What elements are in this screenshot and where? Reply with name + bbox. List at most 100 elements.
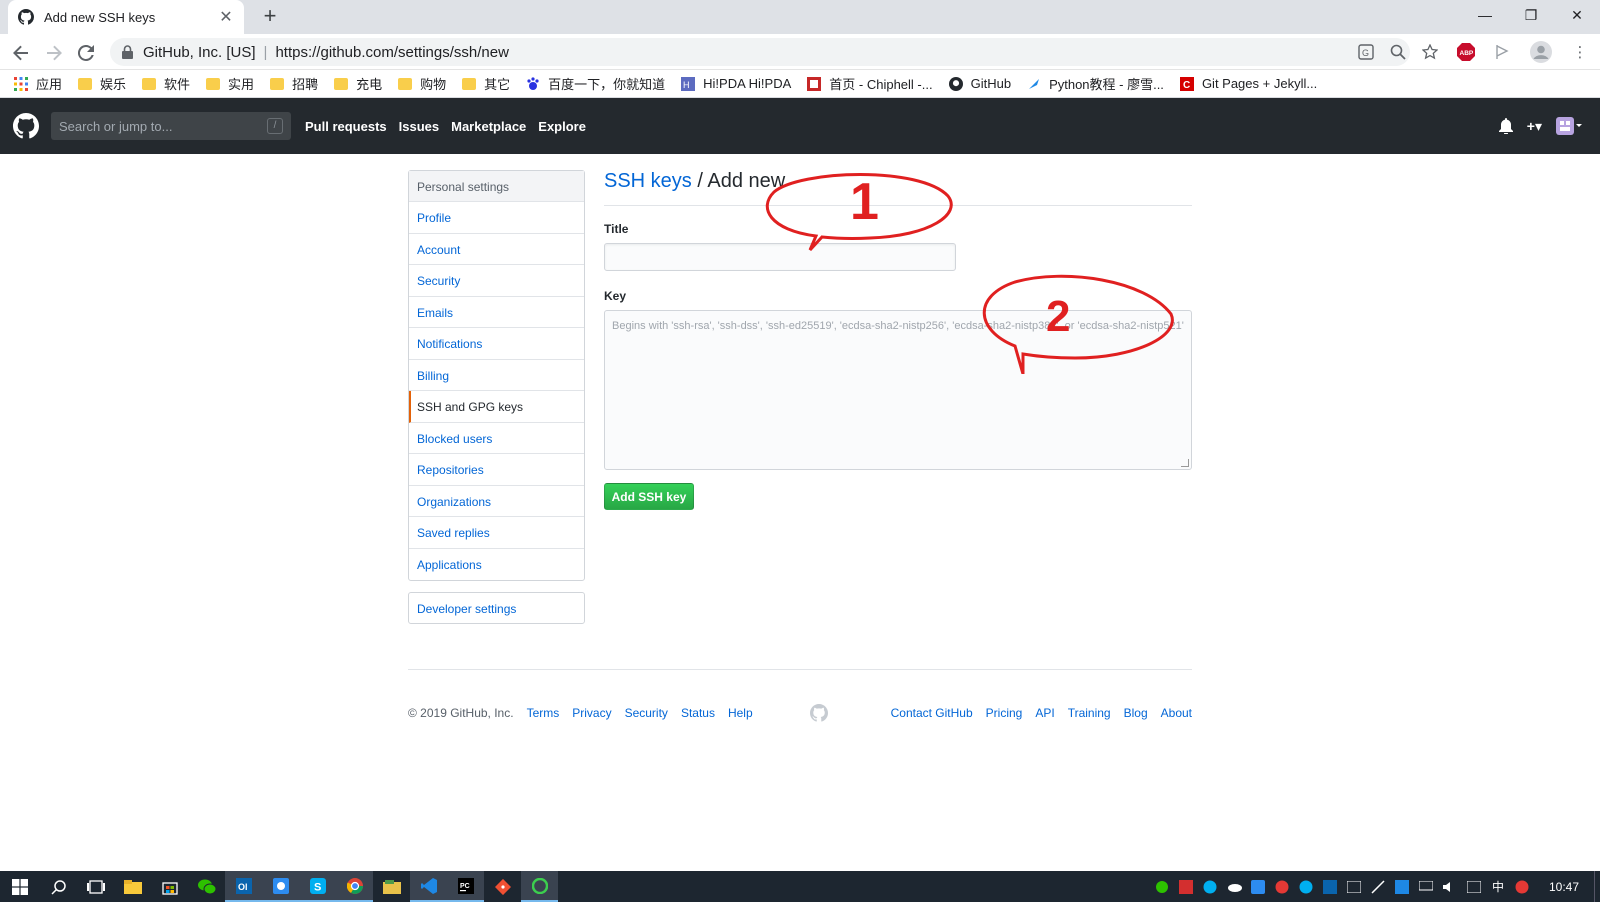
- user-avatar-icon[interactable]: [1556, 117, 1582, 135]
- footer-link-help[interactable]: Help: [728, 706, 753, 720]
- reload-icon[interactable]: [75, 42, 97, 64]
- footer-link-api[interactable]: API: [1035, 706, 1054, 720]
- skype-icon[interactable]: S: [299, 871, 336, 902]
- tray-outlook-icon[interactable]: [1318, 871, 1342, 902]
- footer-link-pricing[interactable]: Pricing: [986, 706, 1023, 720]
- vscode-icon[interactable]: [410, 871, 447, 902]
- taskbar-search-icon[interactable]: [40, 871, 77, 902]
- footer-link-security[interactable]: Security: [625, 706, 668, 720]
- footer-link-blog[interactable]: Blog: [1124, 706, 1148, 720]
- title-input[interactable]: [604, 243, 956, 271]
- tray-green-icon[interactable]: [1150, 871, 1174, 902]
- task-view-icon[interactable]: [77, 871, 114, 902]
- bookmark-item[interactable]: 其它: [462, 74, 510, 93]
- sidebar-item-organizations[interactable]: Organizations: [409, 486, 584, 517]
- bookmark-item[interactable]: 实用: [206, 74, 254, 93]
- lock-icon[interactable]: [122, 45, 133, 59]
- create-new-plus-icon[interactable]: +▾: [1527, 118, 1542, 135]
- footer-link-status[interactable]: Status: [681, 706, 715, 720]
- bookmark-item[interactable]: 软件: [142, 74, 190, 93]
- app-icon-blue[interactable]: [262, 871, 299, 902]
- chrome-menu-icon[interactable]: ⋮: [1564, 40, 1596, 64]
- bookmark-item[interactable]: GitHub: [948, 76, 1011, 91]
- minimize-icon[interactable]: —: [1462, 0, 1508, 30]
- breadcrumb-ssh-keys-link[interactable]: SSH keys: [604, 170, 692, 192]
- tray-bluetooth-icon[interactable]: [1390, 871, 1414, 902]
- resize-grip-icon[interactable]: [1181, 459, 1189, 467]
- tray-volume-icon[interactable]: [1438, 871, 1462, 902]
- nav-pull-requests[interactable]: Pull requests: [305, 119, 387, 134]
- bookmark-item[interactable]: 购物: [398, 74, 446, 93]
- chrome-icon[interactable]: [336, 871, 373, 902]
- outlook-icon[interactable]: Ol: [225, 871, 262, 902]
- tray-sogou-icon[interactable]: [1510, 871, 1534, 902]
- file-explorer-icon[interactable]: [114, 871, 151, 902]
- tray-notes-icon[interactable]: [1462, 871, 1486, 902]
- new-tab-button[interactable]: +: [258, 5, 282, 29]
- tray-pdf-icon[interactable]: [1174, 871, 1198, 902]
- zoom-icon[interactable]: [1382, 40, 1414, 64]
- notifications-bell-icon[interactable]: [1498, 118, 1513, 134]
- sidebar-item-security[interactable]: Security: [409, 265, 584, 297]
- sidebar-item-billing[interactable]: Billing: [409, 360, 584, 391]
- tray-red-s-icon[interactable]: [1270, 871, 1294, 902]
- tray-skype2-icon[interactable]: [1294, 871, 1318, 902]
- key-textarea[interactable]: Begins with 'ssh-rsa', 'ssh-dss', 'ssh-e…: [604, 310, 1192, 470]
- close-window-icon[interactable]: ✕: [1554, 0, 1600, 30]
- address-bar[interactable]: GitHub, Inc. [US] | https://github.com/s…: [110, 38, 1410, 66]
- bookmark-item[interactable]: 招聘: [270, 74, 318, 93]
- sidebar-item-ssh-and-gpg-keys[interactable]: SSH and GPG keys: [409, 391, 584, 423]
- footer-github-mark-icon[interactable]: [810, 704, 828, 722]
- bookmark-item[interactable]: 首页 - Chiphell -...: [807, 74, 933, 93]
- tray-app-icon[interactable]: [1246, 871, 1270, 902]
- bookmark-item[interactable]: 充电: [334, 74, 382, 93]
- restore-icon[interactable]: ❐: [1508, 0, 1554, 30]
- tray-onedrive-icon[interactable]: [1222, 871, 1246, 902]
- pycharm-icon[interactable]: PC: [447, 871, 484, 902]
- adblock-icon[interactable]: ABP: [1446, 40, 1486, 64]
- bookmark-item[interactable]: 应用: [14, 74, 62, 93]
- git-icon[interactable]: [484, 871, 521, 902]
- forward-arrow-icon[interactable]: [43, 42, 65, 64]
- bookmark-item[interactable]: Python教程 - 廖雪...: [1027, 74, 1164, 93]
- footer-link-contact-github[interactable]: Contact GitHub: [891, 706, 973, 720]
- browser-tab[interactable]: Add new SSH keys ✕: [8, 0, 244, 34]
- translate-icon[interactable]: G: [1350, 40, 1382, 64]
- sidebar-item-saved-replies[interactable]: Saved replies: [409, 517, 584, 549]
- nav-explore[interactable]: Explore: [538, 119, 586, 134]
- nav-marketplace[interactable]: Marketplace: [451, 119, 526, 134]
- tray-keyboard-icon[interactable]: [1342, 871, 1366, 902]
- add-ssh-key-button[interactable]: Add SSH key: [604, 483, 694, 510]
- tray-network-icon[interactable]: [1366, 871, 1390, 902]
- sidebar-item-developer-settings[interactable]: Developer settings: [408, 592, 585, 624]
- green-app-icon[interactable]: [521, 871, 558, 902]
- github-search-input[interactable]: Search or jump to... /: [51, 112, 291, 140]
- bookmark-item[interactable]: 百度一下，你就知道: [526, 74, 665, 93]
- bookmark-item[interactable]: 娱乐: [78, 74, 126, 93]
- url-text[interactable]: https://github.com/settings/ssh/new: [275, 44, 508, 61]
- tray-monitor-icon[interactable]: [1414, 871, 1438, 902]
- sidebar-item-emails[interactable]: Emails: [409, 297, 584, 328]
- github-logo-icon[interactable]: [13, 113, 39, 139]
- sidebar-item-blocked-users[interactable]: Blocked users: [409, 423, 584, 454]
- footer-link-about[interactable]: About: [1161, 706, 1192, 720]
- back-arrow-icon[interactable]: [10, 42, 32, 64]
- nav-issues[interactable]: Issues: [399, 119, 439, 134]
- profile-avatar-icon[interactable]: [1518, 40, 1564, 64]
- footer-link-privacy[interactable]: Privacy: [572, 706, 611, 720]
- extension-flag-icon[interactable]: [1486, 40, 1518, 64]
- sidebar-item-account[interactable]: Account: [409, 234, 584, 265]
- sidebar-item-profile[interactable]: Profile: [409, 202, 584, 234]
- sidebar-item-repositories[interactable]: Repositories: [409, 454, 584, 486]
- tray-ime-indicator[interactable]: 中: [1486, 871, 1510, 902]
- store-icon[interactable]: [151, 871, 188, 902]
- sidebar-item-notifications[interactable]: Notifications: [409, 328, 584, 360]
- bookmark-item[interactable]: C Git Pages + Jekyll...: [1179, 76, 1317, 91]
- taskbar-clock[interactable]: 10:47: [1534, 880, 1594, 894]
- wechat-icon[interactable]: [188, 871, 225, 902]
- show-desktop-button[interactable]: [1594, 871, 1600, 902]
- tray-skype-icon[interactable]: [1198, 871, 1222, 902]
- footer-link-terms[interactable]: Terms: [527, 706, 560, 720]
- folder-app-icon[interactable]: [373, 871, 410, 902]
- bookmark-star-icon[interactable]: [1414, 40, 1446, 64]
